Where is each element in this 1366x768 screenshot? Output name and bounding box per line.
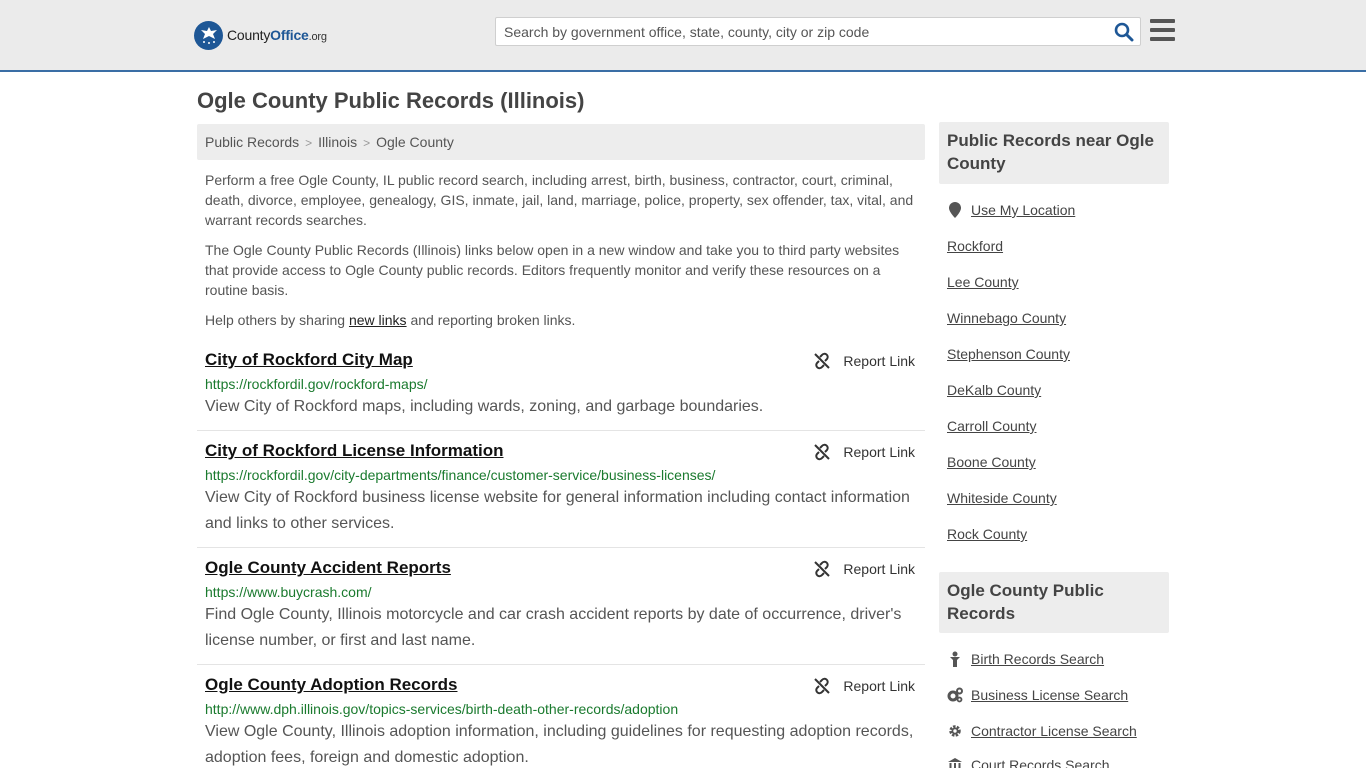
search-bar [495,17,1141,46]
near-link-stephenson-county[interactable]: Stephenson County [947,346,1070,362]
record-url: https://www.buycrash.com/ [205,584,372,600]
business-license-search-label: Business License Search [971,687,1129,703]
record-title-link[interactable]: Ogle County Accident Reports [205,558,451,578]
near-link-rock-county[interactable]: Rock County [947,526,1027,542]
report-link-button[interactable]: Report Link [813,560,915,578]
sidebar-records-heading: Ogle County Public Records [939,572,1169,633]
near-link-carroll-county[interactable]: Carroll County [947,418,1036,434]
gears-icon [947,687,963,703]
breadcrumb-separator: > [305,136,313,150]
near-link-dekalb-county[interactable]: DeKalb County [947,382,1041,398]
record-description: View City of Rockford business license w… [205,489,910,532]
intro-paragraph-3: Help others by sharing new links and rep… [205,310,917,330]
breadcrumb-illinois[interactable]: Illinois [318,134,357,150]
use-my-location-link[interactable]: Use My Location [947,202,1075,218]
report-link-label: Report Link [843,353,915,369]
birth-records-search-link[interactable]: Birth Records Search [947,651,1104,667]
logo-office: Office [270,27,309,43]
report-link-button[interactable]: Report Link [813,352,915,370]
contractor-license-search-link[interactable]: Contractor License Search [947,723,1137,739]
logo-text: CountyOffice.org [227,27,327,43]
broken-link-icon [814,352,831,370]
near-link-rockford[interactable]: Rockford [947,238,1003,254]
record-title-link[interactable]: City of Rockford License Information [205,441,503,461]
report-link-label: Report Link [843,561,915,577]
near-link-boone-county[interactable]: Boone County [947,454,1036,470]
logo-org: .org [308,31,327,43]
court-records-search-link[interactable]: Court Records Search [947,757,1110,768]
courthouse-icon [947,757,963,768]
record-item: Ogle County Adoption Records Report Link… [197,675,925,768]
logo-county: County [227,27,271,43]
record-description: View City of Rockford maps, including wa… [205,398,764,415]
intro-paragraph-1: Perform a free Ogle County, IL public re… [205,172,914,228]
court-records-search-label: Court Records Search [971,757,1110,768]
report-link-label: Report Link [843,444,915,460]
contractor-license-search-label: Contractor License Search [971,723,1137,739]
search-icon [1114,22,1134,42]
record-url: https://rockfordil.gov/city-departments/… [205,467,716,483]
search-button[interactable] [1114,22,1134,42]
record-item: City of Rockford License Information Rep… [197,441,925,548]
new-links-link[interactable]: new links [349,312,407,328]
record-title-link[interactable]: Ogle County Adoption Records [205,675,457,695]
search-input[interactable] [496,18,1106,45]
record-item: Ogle County Accident Reports Report Link… [197,558,925,665]
record-description: View Ogle County, Illinois adoption info… [205,723,914,766]
baby-icon [947,651,963,667]
near-link-winnebago-county[interactable]: Winnebago County [947,310,1066,326]
report-link-button[interactable]: Report Link [813,677,915,695]
breadcrumb-separator: > [363,136,371,150]
broken-link-icon [814,677,831,695]
birth-records-search-label: Birth Records Search [971,651,1105,667]
map-pin-icon [947,202,963,218]
record-title-link[interactable]: City of Rockford City Map [205,350,413,370]
report-link-button[interactable]: Report Link [813,443,915,461]
intro-text: Help others by sharing [205,312,349,328]
logo-eagle-icon [194,20,223,50]
intro-paragraph-2: The Ogle County Public Records (Illinois… [205,242,900,298]
intro-text: and reporting broken links. [406,312,576,328]
site-logo[interactable]: CountyOffice.org [194,20,327,50]
record-url: http://www.dph.illinois.gov/topics-servi… [205,701,679,717]
business-license-search-link[interactable]: Business License Search [947,687,1128,703]
breadcrumb-public-records[interactable]: Public Records [205,134,299,150]
breadcrumb: Public Records > Illinois > Ogle County [197,124,925,160]
gear-icon [947,723,963,739]
site-header: CountyOffice.org [0,0,1366,72]
near-link-lee-county[interactable]: Lee County [947,274,1019,290]
use-my-location-label: Use My Location [971,202,1076,218]
record-item: City of Rockford City Map Report Link ht… [197,350,925,431]
near-link-whiteside-county[interactable]: Whiteside County [947,490,1057,506]
report-link-label: Report Link [843,678,915,694]
broken-link-icon [814,443,831,461]
hamburger-menu-icon[interactable] [1150,19,1175,41]
record-url: https://rockfordil.gov/rockford-maps/ [205,376,428,392]
sidebar-near-heading: Public Records near Ogle County [939,122,1169,184]
broken-link-icon [814,560,831,578]
page-title: Ogle County Public Records (Illinois) [197,88,585,113]
breadcrumb-ogle-county[interactable]: Ogle County [376,134,454,150]
record-description: Find Ogle County, Illinois motorcycle an… [205,606,902,649]
